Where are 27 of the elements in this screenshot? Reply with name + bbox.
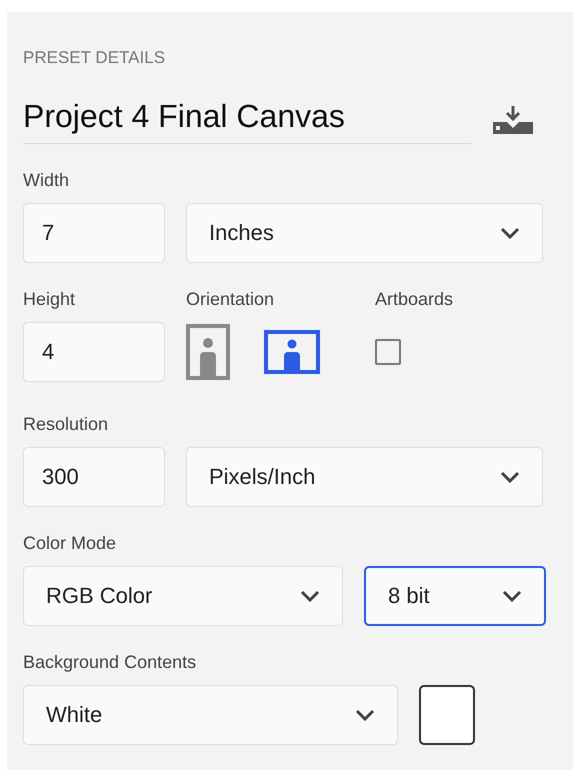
bit-depth-dropdown[interactable]: 8 bit (364, 566, 546, 626)
unit-dropdown[interactable]: Inches (186, 203, 543, 263)
background-dropdown[interactable]: White (23, 685, 398, 745)
field-label: Artboards (375, 289, 454, 310)
chevron-down-icon (300, 590, 320, 602)
color-mode-dropdown[interactable]: RGB Color (23, 566, 343, 626)
field-label: Resolution (23, 414, 108, 435)
portrait-orientation-button[interactable] (186, 324, 230, 380)
field-label: Background Contents (23, 652, 196, 673)
artboards-checkbox[interactable] (375, 339, 401, 365)
resolution-unit-dropdown[interactable]: Pixels/Inch (186, 447, 543, 507)
chevron-down-icon (502, 590, 522, 602)
landscape-orientation-button[interactable] (264, 330, 320, 374)
section-title: PRESET DETAILS (23, 48, 166, 68)
chevron-down-icon (355, 709, 375, 721)
field-label: Color Mode (23, 533, 116, 554)
preset-name-field[interactable]: Project 4 Final Canvas (23, 98, 471, 144)
chevron-down-icon (500, 471, 520, 483)
color-swatch[interactable] (419, 685, 475, 745)
chevron-down-icon (500, 227, 520, 239)
save-preset-icon[interactable] (491, 106, 535, 136)
width-field[interactable]: 7 (23, 203, 165, 263)
field-label: Orientation (186, 289, 274, 310)
resolution-field[interactable]: 300 (23, 447, 165, 507)
field-label: Height (23, 289, 76, 310)
field-label: Width (23, 170, 70, 191)
height-field[interactable]: 4 (23, 322, 165, 382)
